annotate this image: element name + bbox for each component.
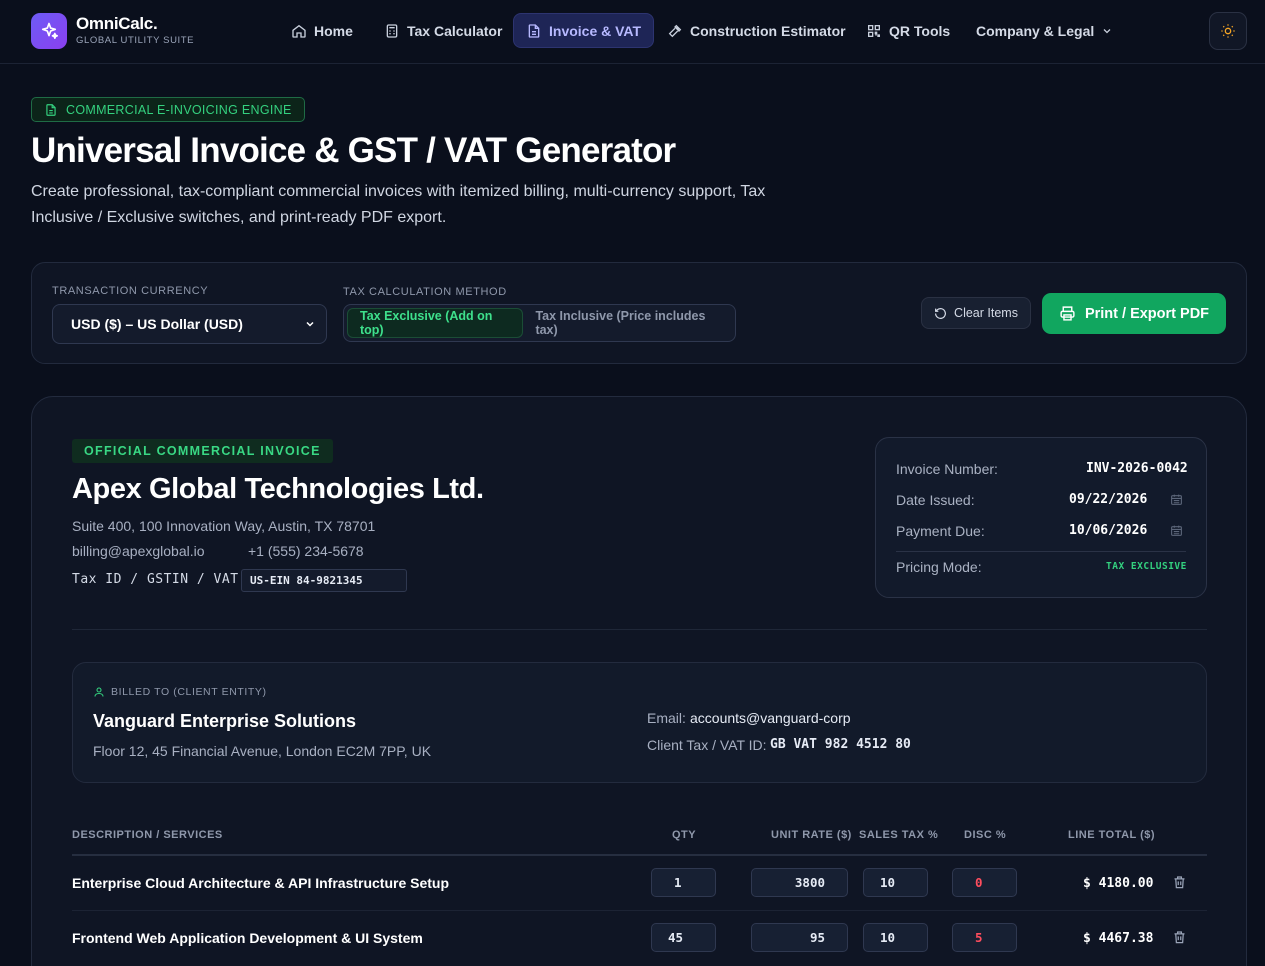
currency-label: TRANSACTION CURRENCY [52,285,209,297]
row-1-tax-input[interactable]: 10 [863,868,928,897]
row-2-discount-input[interactable]: 5 [952,923,1017,952]
nav-invoice-vat[interactable]: Invoice & VAT [513,13,655,48]
settings-panel: TRANSACTION CURRENCY USD ($) – US Dollar… [31,262,1247,364]
home-icon [292,24,306,38]
currency-select[interactable]: USD ($) – US Dollar (USD) [52,304,327,344]
tax-id-label: Tax ID / GSTIN / VAT: [72,572,247,587]
th-unit-rate: UNIT RATE ($) [771,829,852,841]
company-email[interactable]: billing@apexglobal.io [72,543,205,559]
tax-exclusive-option[interactable]: Tax Exclusive (Add on top) [347,308,524,338]
th-description: DESCRIPTION / SERVICES [72,829,223,841]
nav-tax-calculator-label: Tax Calculator [407,22,503,39]
row-1-discount-input[interactable]: 0 [952,868,1017,897]
top-navigation: OmniCalc. GLOBAL UTILITY SUITE Home Tax … [0,0,1265,64]
theme-toggle-button[interactable] [1209,12,1247,50]
clear-items-button[interactable]: Clear Items [921,297,1031,329]
page-description: Create professional, tax-compliant comme… [31,183,766,226]
user-icon [94,687,104,697]
pricing-mode-label: Pricing Mode: [896,559,982,575]
tax-inclusive-option[interactable]: Tax Inclusive (Price includes tax) [523,308,732,338]
row-1-rate-input[interactable]: 3800 [751,868,848,897]
nav-home-label: Home [314,22,353,39]
brand-subtitle: GLOBAL UTILITY SUITE [76,35,195,46]
payment-due-input[interactable]: 10/06/2026 [1069,523,1147,538]
row-divider [72,910,1207,911]
nav-company-legal[interactable]: Company & Legal [964,13,1125,48]
client-vat-label: Client Tax / VAT ID: [647,737,767,753]
date-issued-label: Date Issued: [896,492,975,508]
official-invoice-badge: OFFICIAL COMMERCIAL INVOICE [72,439,333,463]
row-2-qty-input[interactable]: 45 [651,923,716,952]
th-qty: QTY [672,829,697,841]
meta-divider [896,551,1186,552]
client-name[interactable]: Vanguard Enterprise Solutions [93,711,356,732]
page-title: Universal Invoice & GST / VAT Generator [31,131,676,170]
calculator-icon [386,23,398,38]
client-address[interactable]: Floor 12, 45 Financial Avenue, London EC… [93,743,431,759]
invoice-meta-card: Invoice Number: INV-2026-0042 Date Issue… [875,437,1207,598]
th-discount: DISC % [964,829,1007,841]
row-2-description[interactable]: Frontend Web Application Development & U… [72,930,423,946]
company-address[interactable]: Suite 400, 100 Innovation Way, Austin, T… [72,518,375,534]
row-1-description[interactable]: Enterprise Cloud Architecture & API Infr… [72,875,449,891]
row-1-line-total: $ 4180.00 [1083,876,1154,891]
client-email-label: Email: [647,710,686,726]
date-issued-input[interactable]: 09/22/2026 [1069,492,1147,507]
print-export-button[interactable]: Print / Export PDF [1042,293,1226,334]
clear-items-label: Clear Items [954,306,1018,320]
table-header-line [72,854,1207,856]
chevron-down-icon [306,321,314,327]
row-1-qty-input[interactable]: 1 [651,868,716,897]
nav-construction-estimator[interactable]: Construction Estimator [655,13,858,48]
row-2-line-total: $ 4467.38 [1083,931,1154,946]
currency-value: USD ($) – US Dollar (USD) [71,316,243,332]
tax-id-input[interactable]: US-EIN 84-9821345 [241,569,407,592]
nav-home[interactable]: Home [279,13,365,48]
invoice-number-input[interactable]: INV-2026-0042 [1086,461,1188,476]
th-line-total: LINE TOTAL ($) [1068,829,1156,841]
engine-badge: COMMERCIAL E-INVOICING ENGINE [31,97,305,122]
company-name[interactable]: Apex Global Technologies Ltd. [72,473,484,506]
invoice-card: OFFICIAL COMMERCIAL INVOICE Apex Global … [31,396,1247,966]
invoice-number-label: Invoice Number: [896,461,998,477]
section-divider [72,629,1207,630]
engine-badge-label: COMMERCIAL E-INVOICING ENGINE [66,102,292,117]
chevron-down-icon [1103,28,1111,33]
nav-qr-tools-label: QR Tools [889,22,951,39]
client-tag: BILLED TO (CLIENT ENTITY) [93,686,267,698]
th-sales-tax: SALES TAX % [859,829,939,841]
nav-qr-tools[interactable]: QR Tools [854,13,962,48]
nav-construction-estimator-label: Construction Estimator [690,22,846,39]
print-export-label: Print / Export PDF [1084,305,1210,322]
document-icon [46,103,56,116]
payment-due-label: Payment Due: [896,523,985,539]
calendar-icon[interactable] [1170,524,1183,537]
client-vat-input[interactable]: GB VAT 982 4512 80 [770,737,911,752]
nav-tax-calculator[interactable]: Tax Calculator [372,13,514,48]
brand-name[interactable]: OmniCalc. [76,14,158,34]
client-email-input[interactable]: accounts@vanguard-corp [690,710,851,726]
logo-icon[interactable] [31,13,67,49]
file-text-icon [528,23,540,38]
trash-icon[interactable] [1172,929,1187,945]
client-tag-label: BILLED TO (CLIENT ENTITY) [111,686,267,698]
row-2-rate-input[interactable]: 95 [751,923,848,952]
company-phone[interactable]: +1 (555) 234-5678 [248,543,364,559]
client-section: BILLED TO (CLIENT ENTITY) Vanguard Enter… [72,662,1207,783]
hammer-icon [668,24,682,37]
row-2-tax-input[interactable]: 10 [863,923,928,952]
tax-method-toggle: Tax Exclusive (Add on top) Tax Inclusive… [343,304,736,342]
nav-invoice-vat-label: Invoice & VAT [549,22,642,39]
nav-company-legal-label: Company & Legal [976,22,1095,39]
printer-icon [1060,306,1075,321]
tax-method-label: TAX CALCULATION METHOD [343,286,507,298]
sun-icon [1221,24,1235,38]
reset-icon [935,307,946,319]
qr-code-icon [868,24,880,37]
pricing-mode-value: TAX EXCLUSIVE [1106,561,1187,572]
calendar-icon[interactable] [1170,493,1183,506]
trash-icon[interactable] [1172,874,1187,890]
